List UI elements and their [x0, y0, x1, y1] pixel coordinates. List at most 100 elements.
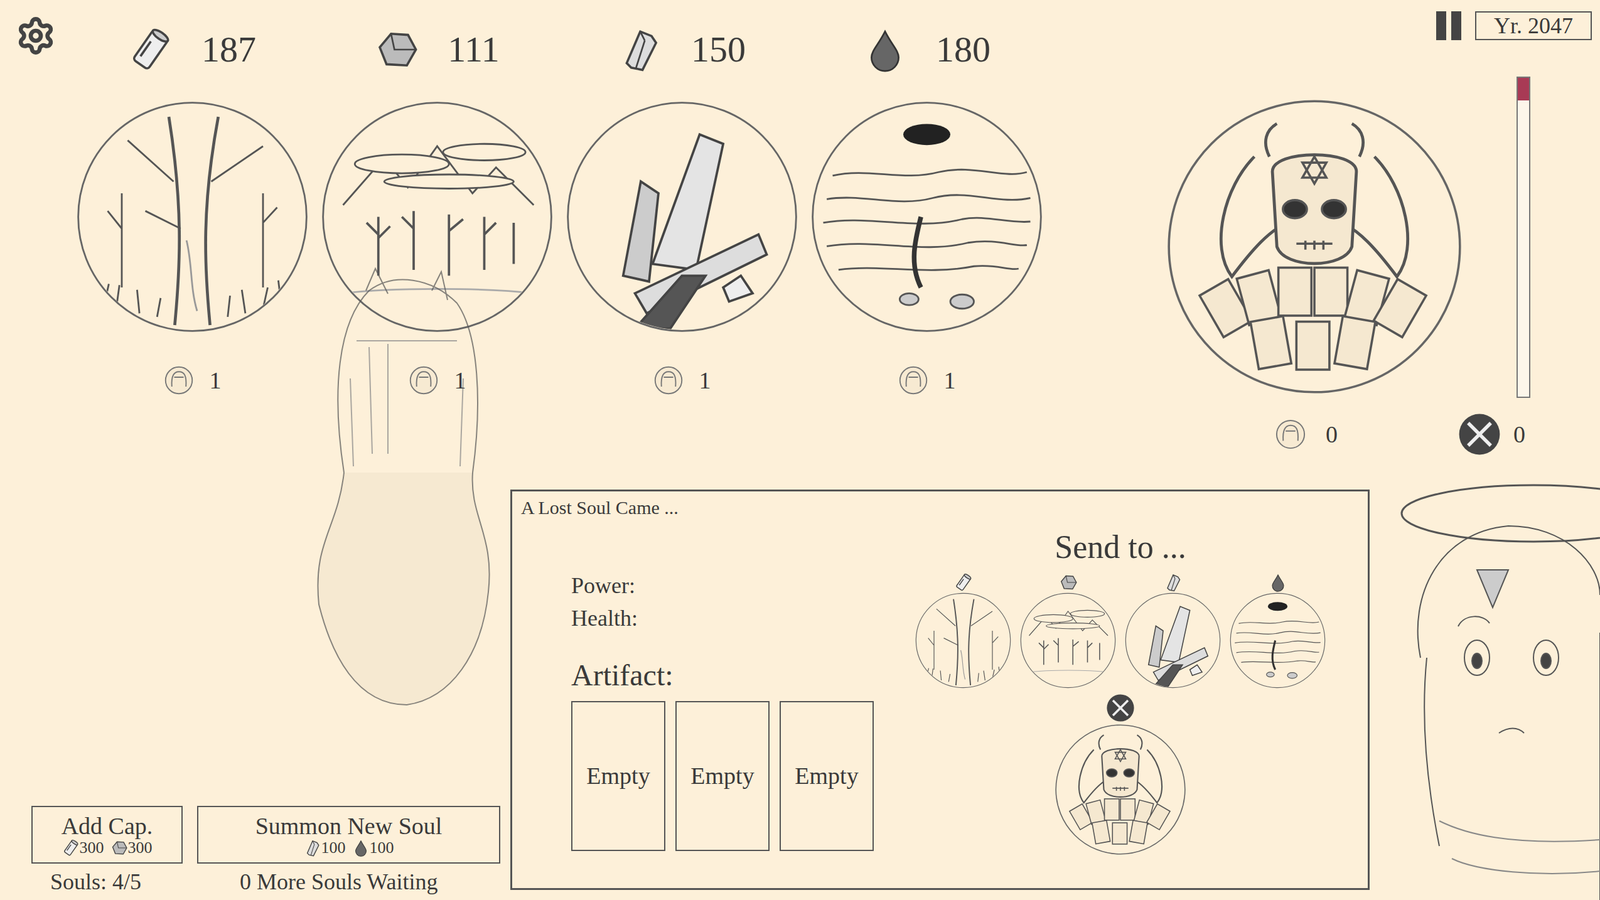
- gear-icon[interactable]: [15, 15, 56, 56]
- demon-column: [1164, 76, 1465, 397]
- drop-icon: [1268, 573, 1288, 592]
- soul-icon: [408, 364, 440, 397]
- wood-scene-icon[interactable]: [74, 99, 311, 335]
- wood-icon: [128, 26, 174, 73]
- demon-stats: 00: [1048, 411, 1600, 457]
- stone-icon: [1058, 573, 1078, 592]
- cost-row: 100 100: [303, 839, 395, 857]
- dialog-body: Power:Health:Artifact:EmptyEmptyEmptySen…: [520, 519, 1359, 889]
- top-area: 1871111115011801Yr. 204700: [0, 0, 1600, 465]
- waiting-label: 0 More Souls Waiting: [239, 869, 438, 896]
- cost-item: 300: [110, 839, 153, 857]
- demon-scene-icon[interactable]: [1164, 96, 1465, 397]
- cost-amount: 100: [321, 839, 346, 857]
- settings-column: [0, 0, 70, 465]
- drop-scene-icon[interactable]: [1229, 591, 1327, 690]
- stone-scene-icon[interactable]: [1019, 591, 1117, 690]
- resource-column: 1501: [559, 0, 805, 465]
- resource-header: 187: [128, 0, 257, 100]
- cost-row: 300 300: [62, 839, 153, 857]
- crystal-icon: [303, 839, 322, 857]
- button-row: Add Cap.300 300 Summon New Soul100 100: [31, 805, 511, 864]
- destination-option[interactable]: [914, 573, 1012, 690]
- time-bar: Yr. 2047: [1048, 0, 1600, 44]
- destination-option[interactable]: [1124, 573, 1222, 690]
- demon-soul-count: 0: [1274, 418, 1338, 451]
- destination-option[interactable]: [1019, 573, 1117, 690]
- soul-icon: [652, 364, 685, 397]
- artifact-slot[interactable]: Empty: [779, 701, 874, 852]
- right-area: Yr. 204700: [1048, 0, 1600, 465]
- crystal-scene-icon[interactable]: [564, 99, 800, 335]
- demon-soul-text: 0: [1325, 422, 1338, 447]
- controls-column: Add Cap.300 300 Summon New Soul100 100 Souls…: [0, 464, 511, 900]
- resource-soul-count: 1: [897, 364, 956, 397]
- soul-count-text: 1: [944, 368, 956, 393]
- artifact-label: Artifact:: [571, 657, 882, 694]
- action-button[interactable]: Summon New Soul100 100: [197, 805, 501, 864]
- resource-soul-count: 1: [408, 364, 467, 397]
- crystal-scene-icon[interactable]: [1124, 591, 1222, 690]
- send-to-panel: Send to ...: [881, 519, 1359, 889]
- send-to-label: Send to ...: [1054, 527, 1186, 567]
- crystal-icon: [1163, 573, 1183, 592]
- soul-icon: [1274, 418, 1307, 451]
- cost-item: 100: [352, 839, 395, 857]
- pause-bar: [1436, 11, 1447, 41]
- pause-bar: [1451, 11, 1462, 41]
- demon-scene-icon[interactable]: [1053, 723, 1187, 857]
- year-display: Yr. 2047: [1475, 11, 1592, 41]
- bottom-area: Add Cap.300 300 Summon New Soul100 100 Souls…: [0, 464, 1600, 900]
- artifact-slots: EmptyEmptyEmpty: [571, 701, 882, 852]
- stat-label: Power:: [571, 569, 882, 602]
- crossed-swords-icon: [1456, 411, 1503, 457]
- resource-soul-count: 1: [163, 364, 222, 397]
- action-button-label: Summon New Soul: [255, 813, 443, 840]
- wood-icon: [62, 839, 80, 857]
- lost-soul-ghost-icon: [306, 265, 501, 710]
- wood-scene-icon[interactable]: [914, 591, 1012, 690]
- game-screen: 1871111115011801Yr. 204700Add Cap.300300…: [0, 0, 1600, 900]
- pause-button[interactable]: [1436, 11, 1462, 41]
- destination-row: [914, 573, 1327, 690]
- resource-amount: 111: [447, 31, 500, 68]
- action-button-label: Add Cap.: [61, 813, 154, 840]
- soul-icon: [163, 364, 195, 397]
- resource-header: 180: [862, 0, 991, 100]
- dialog-title: A Lost Soul Came ...: [520, 496, 1359, 520]
- threat-bar-fill: [1517, 77, 1530, 101]
- lost-soul-dialog: A Lost Soul Came ... Power:Health: Artifac…: [510, 489, 1370, 891]
- destination-option[interactable]: [1229, 573, 1327, 690]
- cost-item: 300: [62, 839, 105, 857]
- crystal-icon: [617, 26, 663, 73]
- cost-amount: 100: [369, 839, 395, 857]
- artifact-slot[interactable]: Empty: [571, 701, 666, 852]
- stone-scene-icon[interactable]: [319, 99, 555, 335]
- cost-amount: 300: [128, 839, 153, 857]
- angel-guide-icon: [1382, 469, 1600, 900]
- cost-amount: 300: [79, 839, 105, 857]
- drop-scene-icon[interactable]: [809, 99, 1045, 335]
- wood-icon: [954, 573, 973, 592]
- soul-count-text: 1: [454, 368, 467, 393]
- artifact-slot[interactable]: Empty: [675, 701, 770, 852]
- warrior-count-text: 0: [1513, 422, 1526, 447]
- soul-count-text: 1: [699, 368, 712, 393]
- stat-label: Health:: [571, 601, 882, 635]
- resource-soul-count: 1: [652, 364, 712, 397]
- souls-label: Souls: 4/5: [50, 869, 240, 896]
- action-button[interactable]: Add Cap.300 300: [31, 805, 183, 864]
- drop-icon: [862, 26, 908, 73]
- crossed-swords-icon: [1105, 692, 1136, 724]
- drop-icon: [352, 839, 370, 857]
- resource-header: 111: [374, 0, 500, 100]
- resource-column: 1871: [69, 0, 315, 465]
- stone-icon: [110, 839, 129, 857]
- resource-amount: 150: [691, 31, 746, 68]
- soul-icon: [897, 364, 929, 397]
- threat-bar: [1516, 76, 1531, 398]
- warrior-count: 0: [1456, 411, 1526, 457]
- resource-header: 150: [617, 0, 746, 100]
- resource-amount: 180: [935, 31, 991, 68]
- demon-destination[interactable]: [1053, 692, 1187, 857]
